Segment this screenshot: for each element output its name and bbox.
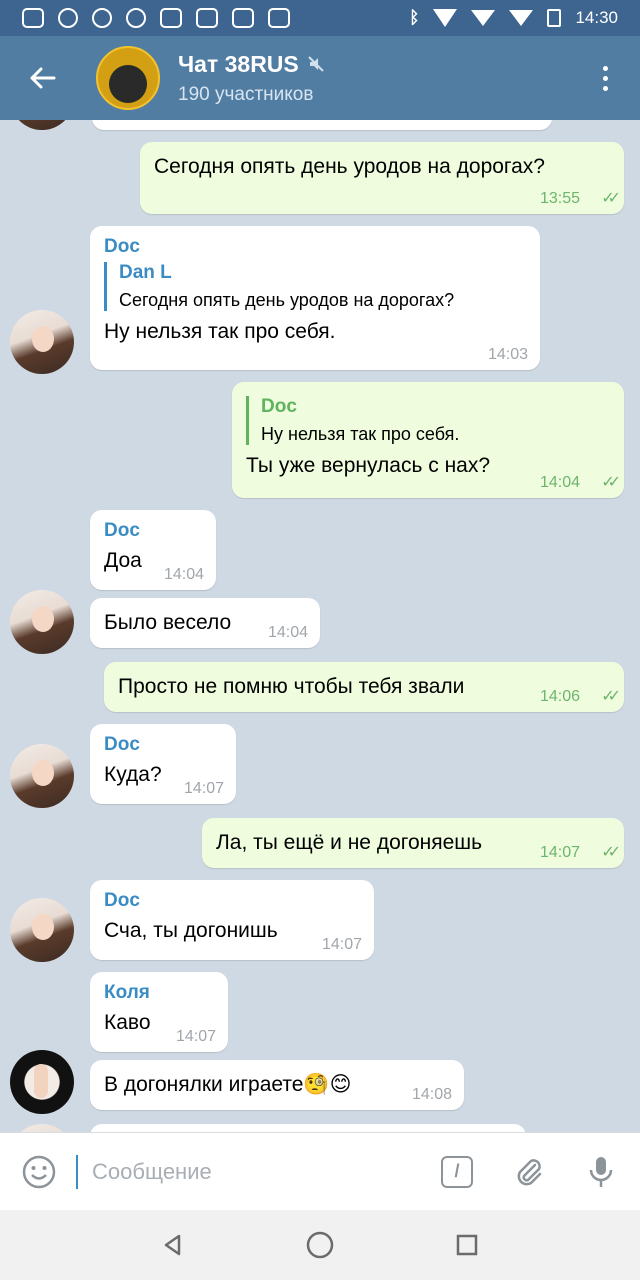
message-time: 14:06 xyxy=(539,688,580,705)
avatar[interactable] xyxy=(10,898,74,962)
chat-header: Чат 38RUS 190 участников xyxy=(0,36,640,120)
bot-commands-button[interactable]: / xyxy=(432,1147,482,1197)
bluetooth-icon: ᛒ xyxy=(409,8,420,27)
square-recents-icon xyxy=(456,1234,477,1256)
message-list[interactable]: Сегодня опять день уродов на дорогах? 13… xyxy=(0,120,640,1132)
message-time: 14:08 xyxy=(411,1086,452,1103)
message-time: 14:07 xyxy=(175,1028,216,1045)
sender-name: Doc xyxy=(104,520,140,541)
nav-recents-button[interactable] xyxy=(442,1220,492,1270)
message-bubble-in[interactable]: Было весело 14:04 xyxy=(90,598,320,648)
read-checkmarks-icon: ✓✓ xyxy=(601,688,621,705)
signal-icon xyxy=(471,10,496,26)
message-time: 14:04 xyxy=(163,566,204,583)
chat-avatar[interactable] xyxy=(96,46,160,110)
message-bubble-partial[interactable] xyxy=(92,120,552,130)
member-count: 190 участников xyxy=(178,83,314,105)
signal-icon-2 xyxy=(509,10,534,26)
muted-icon xyxy=(308,56,324,72)
message-time: 13:55 xyxy=(539,190,580,207)
gift-icon xyxy=(58,8,78,28)
message-bubble-in[interactable]: Doc Куда? 14:07 xyxy=(90,724,236,804)
sender-name: Doc xyxy=(104,236,140,257)
sender-name: Doc xyxy=(104,734,140,755)
chat-info[interactable]: Чат 38RUS 190 участников xyxy=(178,51,325,106)
avatar[interactable] xyxy=(10,120,74,130)
emoji-button[interactable] xyxy=(14,1147,64,1197)
message-bubble-out[interactable]: Сегодня опять день уродов на дорогах? 13… xyxy=(140,142,624,214)
message-bubble-out[interactable]: Просто не помню чтобы тебя звали 14:06 ✓… xyxy=(104,662,624,712)
message-text: Сегодня опять день уродов на дорогах? xyxy=(154,155,545,178)
read-checkmarks-icon: ✓✓ xyxy=(601,190,621,207)
status-bar: ᛒ 14:30 xyxy=(0,0,640,36)
read-checkmarks-icon: ✓✓ xyxy=(601,844,621,861)
reply-quote[interactable]: Dan L Сегодня опять день уродов на дорог… xyxy=(104,262,526,311)
message-bubble-in[interactable]: Doc Доа 14:04 xyxy=(90,510,216,590)
back-button[interactable] xyxy=(0,36,84,120)
avatar[interactable] xyxy=(10,1050,74,1114)
attach-button[interactable] xyxy=(504,1147,554,1197)
read-checkmarks-icon: ✓✓ xyxy=(601,474,621,491)
battery-icon xyxy=(547,9,562,27)
image-icon xyxy=(196,8,218,28)
avatar[interactable] xyxy=(10,1124,74,1132)
sender-name: Коля xyxy=(104,982,150,1003)
reply-quote[interactable]: Doc Ну нельзя так про себя. xyxy=(246,396,610,445)
arrow-back-icon xyxy=(30,67,56,89)
reply-text: Ну нельзя так про себя. xyxy=(261,424,460,444)
triangle-back-icon xyxy=(165,1234,181,1256)
reply-sender: Doc xyxy=(261,396,297,417)
avatar[interactable] xyxy=(10,590,74,654)
more-options-button[interactable] xyxy=(570,36,640,120)
message-bubble-out[interactable]: Doc Ну нельзя так про себя. Ты уже верну… xyxy=(232,382,624,498)
message-input[interactable]: Сообщение xyxy=(76,1154,432,1189)
message-bubble-in[interactable]: В догонялки играете🧐😊 14:08 xyxy=(90,1060,464,1110)
wifi-icon xyxy=(433,9,458,27)
message-time: 14:07 xyxy=(321,936,362,953)
chat-title: Чат 38RUS xyxy=(178,50,299,77)
reply-sender: Dan L xyxy=(119,262,172,283)
message-bubble-partial[interactable] xyxy=(90,1124,526,1132)
slash-icon: / xyxy=(441,1155,473,1188)
message-time: 14:07 xyxy=(183,780,224,797)
avatar[interactable] xyxy=(10,744,74,808)
voice-message-button[interactable] xyxy=(576,1147,626,1197)
message-composer: Сообщение / xyxy=(0,1132,640,1210)
nav-back-button[interactable] xyxy=(148,1220,198,1270)
message-bubble-in[interactable]: Коля Каво 14:07 xyxy=(90,972,228,1052)
message-bubble-in[interactable]: Doc Dan L Сегодня опять день уродов на д… xyxy=(90,226,540,370)
message-bubble-in[interactable]: Doc Сча, ты догонишь 14:07 xyxy=(90,880,374,960)
nav-home-button[interactable] xyxy=(295,1220,345,1270)
paperclip-icon xyxy=(517,1158,542,1185)
reply-text: Сегодня опять день уродов на дорогах? xyxy=(119,290,455,310)
message-text: Просто не помню чтобы тебя звали xyxy=(118,675,465,698)
youtube-icon xyxy=(232,8,254,28)
avatar[interactable] xyxy=(10,310,74,374)
message-text: В догонялки играете🧐😊 xyxy=(104,1073,352,1096)
smiley-icon xyxy=(22,1155,56,1188)
search-notification-icon xyxy=(92,8,112,28)
message-text: Ну нельзя так про себя. xyxy=(104,320,336,343)
gmail-icon xyxy=(160,8,182,28)
message-bubble-out[interactable]: Ла, ты ещё и не догоняешь 14:07 ✓✓ xyxy=(202,818,624,868)
youtube-icon-2 xyxy=(268,8,290,28)
status-time: 14:30 xyxy=(575,8,618,27)
circle-home-icon xyxy=(306,1231,334,1259)
pinwheel-icon xyxy=(126,8,146,28)
sender-name: Doc xyxy=(104,890,140,911)
instagram-icon xyxy=(22,8,44,28)
microphone-icon xyxy=(589,1156,613,1187)
message-time: 14:03 xyxy=(487,346,528,363)
system-navigation-bar xyxy=(0,1210,640,1280)
message-time: 14:07 xyxy=(539,844,580,861)
message-time: 14:04 xyxy=(539,474,580,491)
message-time: 14:04 xyxy=(267,624,308,641)
